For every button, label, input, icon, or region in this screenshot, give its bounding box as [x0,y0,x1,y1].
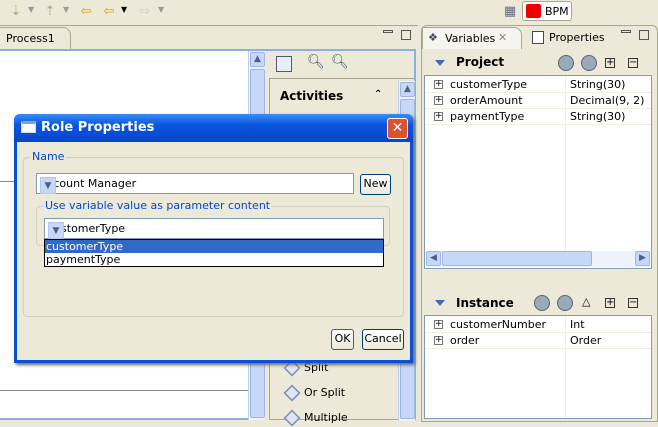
name-group: Name Account Manager ▼ New Use variable … [23,150,404,317]
variable-type: Order [570,334,602,347]
variable-name: paymentType [450,110,525,123]
button-label: OK [334,332,351,345]
tab-variables[interactable]: ❖ Variables ✕ [422,27,522,49]
table-row[interactable]: + paymentType String(30) [425,109,651,125]
perspective-bpm-button[interactable]: BPM [522,1,572,21]
palette-layout-icon[interactable] [276,56,292,72]
variable-type: String(30) [570,78,626,91]
tab-label: Properties [549,31,605,44]
table-row[interactable]: + orderAmount Decimal(9, 2) [425,93,651,109]
collapse-all-icon[interactable]: − [628,58,638,68]
new-button[interactable]: New [360,174,391,195]
step-out-icon[interactable]: ⇡ [42,4,58,20]
close-icon[interactable]: ✕ [498,31,507,44]
table-row[interactable]: + customerNumber Int [425,317,651,333]
collapse-all-icon[interactable]: − [628,298,638,308]
properties-icon [532,31,544,44]
instance-variables-table[interactable]: + customerNumber Int + order Order [424,315,652,419]
chevron-down-icon[interactable]: ▼ [158,5,164,14]
oracle-logo-icon [526,4,541,18]
step-into-icon[interactable]: ⇣ [8,4,24,20]
tab-properties[interactable]: Properties [528,27,605,49]
refresh-icon[interactable] [534,295,550,311]
zoom-in-icon[interactable]: 🔍︎ [307,54,325,70]
chevron-down-icon[interactable]: ▼ [28,5,34,14]
scroll-up-button[interactable]: ▲ [250,52,265,67]
scroll-thumb[interactable] [442,251,592,266]
group-label: Use variable value as parameter content [43,199,273,212]
scroll-up-button[interactable]: ▲ [400,82,415,97]
expand-icon[interactable]: + [434,336,443,345]
variable-name: order [450,334,480,347]
variable-type: Decimal(9, 2) [570,94,645,107]
scroll-left-button[interactable]: ◀ [426,251,441,266]
tab-process1[interactable]: Process1 [0,27,71,49]
horizontal-scrollbar[interactable]: ◀ ▶ [426,251,650,267]
expand-icon[interactable]: + [434,112,443,121]
add-variable-icon[interactable] [581,55,597,71]
last-edit-icon[interactable]: ⇦ [78,4,94,20]
expand-project-icon[interactable] [435,60,445,66]
chevron-down-icon[interactable]: ▼ [48,222,64,239]
variable-name: customerType [450,78,528,91]
perspective-label: BPM [545,5,569,18]
chevron-down-icon[interactable]: ▼ [40,177,56,194]
open-perspective-icon[interactable]: ▦ [502,4,518,20]
dialog-title-bar[interactable]: Role Properties ✕ [14,114,413,142]
chevron-down-icon[interactable]: ▼ [121,5,127,14]
expand-all-icon[interactable]: + [605,298,615,308]
move-up-icon[interactable]: △ [582,295,590,308]
window-icon [21,121,36,133]
palette-item-label: Or Split [304,386,346,399]
or-split-icon [283,384,301,402]
minimize-button[interactable] [383,30,393,33]
expand-icon[interactable]: + [434,320,443,329]
tab-label: Variables [445,32,496,45]
zoom-out-icon[interactable]: 🔍︎ [331,54,349,70]
canvas-line [0,181,14,182]
ok-button[interactable]: OK [331,329,354,350]
variables-icon: ❖ [428,31,438,44]
refresh-icon[interactable] [558,55,574,71]
cancel-button[interactable]: Cancel [362,329,404,350]
scroll-right-button[interactable]: ▶ [635,251,650,266]
expand-all-icon[interactable]: + [605,58,615,68]
table-row[interactable]: + customerType String(30) [425,77,651,93]
variable-type: Int [570,318,585,331]
variable-combo[interactable]: customerType ▼ [44,218,384,239]
variable-dropdown-list[interactable]: customerType paymentType [44,239,384,267]
collapse-icon[interactable]: ⌃ [374,89,382,100]
variable-name: orderAmount [450,94,523,107]
maximize-button[interactable] [401,30,411,40]
expand-instance-icon[interactable] [435,300,445,306]
canvas-line [0,390,248,391]
expand-icon[interactable]: + [434,80,443,89]
button-label: Cancel [364,332,402,345]
add-variable-icon[interactable] [557,295,573,311]
back-icon[interactable]: ⇦ [101,4,117,20]
button-label: New [363,177,388,190]
palette-drawer-activities[interactable]: Activities [280,89,343,103]
instance-section-title: Instance [456,296,514,310]
expand-icon[interactable]: + [434,96,443,105]
project-variables-table[interactable]: + customerType String(30) + orderAmount Deci… [424,75,652,269]
option-paymenttype[interactable]: paymentType [45,253,383,266]
multiple-icon [283,409,301,427]
dialog-title: Role Properties [41,120,155,135]
close-button[interactable]: ✕ [387,118,408,139]
project-section-title: Project [456,55,505,69]
variable-name: customerNumber [450,318,546,331]
role-name-combo[interactable]: Account Manager ▼ [36,173,354,194]
table-row[interactable]: + order Order [425,333,651,349]
tab-label: Process1 [6,32,55,45]
chevron-down-icon[interactable]: ▼ [63,5,69,14]
group-label: Name [30,150,67,163]
minimize-button[interactable] [621,30,631,33]
forward-icon[interactable]: ⇨ [137,4,153,20]
role-properties-dialog: Role Properties ✕ Name Account Manager ▼… [14,114,413,363]
maximize-button[interactable] [639,30,649,40]
palette-item-label: Multiple [304,411,348,424]
variable-type: String(30) [570,110,626,123]
option-customertype[interactable]: customerType [45,240,383,253]
